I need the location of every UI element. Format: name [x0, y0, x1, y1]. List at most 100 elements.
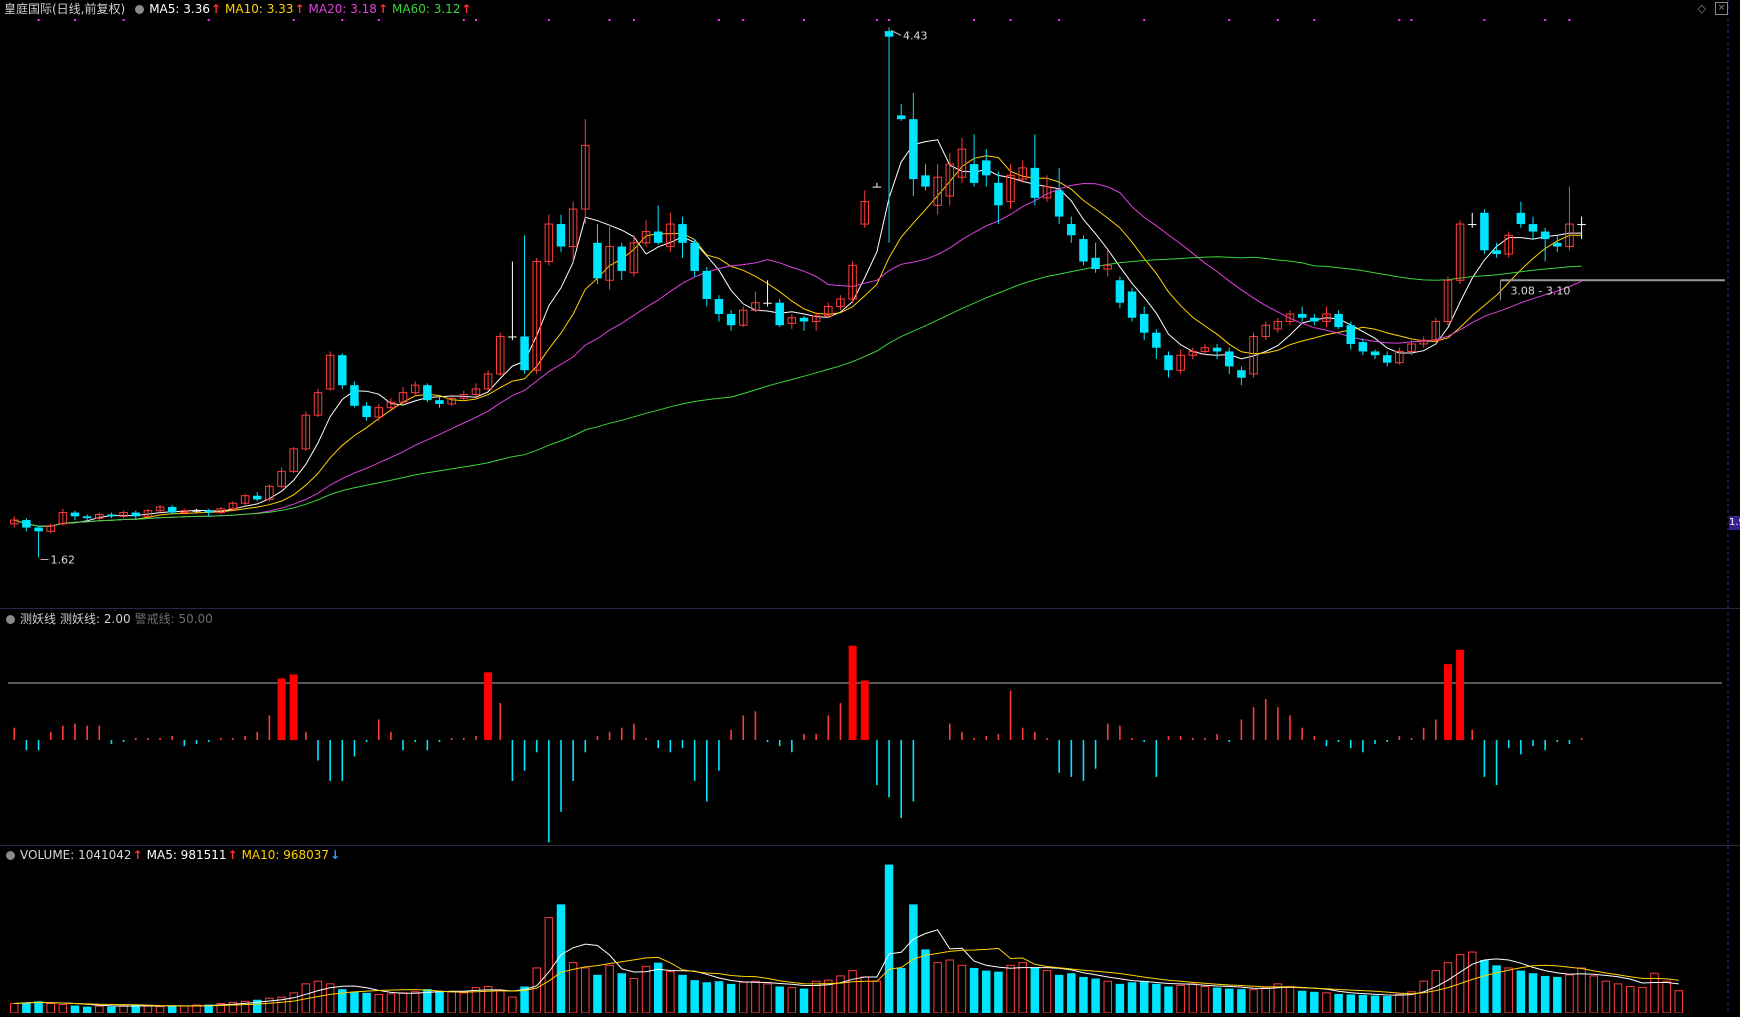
candle-body	[1054, 190, 1064, 217]
diamond-icon[interactable]: ◇	[1698, 2, 1706, 15]
volume-bar	[617, 973, 626, 1013]
volume-bar	[143, 1005, 153, 1014]
volume-bar	[666, 971, 675, 1014]
price-tag: 1.9	[1729, 516, 1740, 530]
volume-bar	[1625, 986, 1635, 1014]
volume-bar	[1212, 987, 1222, 1013]
candle-body	[690, 242, 699, 271]
volume-bar	[775, 986, 784, 1013]
settings-circle-icon[interactable]	[135, 4, 145, 14]
volume-bar	[447, 991, 456, 1014]
volume-bar	[690, 980, 699, 1013]
volume-bar	[1261, 987, 1270, 1014]
volume-bar	[289, 992, 298, 1014]
signal-marker	[1410, 19, 1413, 21]
pane-divider-1[interactable]	[0, 608, 1740, 609]
volume-bar	[726, 983, 736, 1013]
volume-bar	[374, 993, 383, 1014]
signal-marker	[803, 19, 805, 21]
volume-bar	[1370, 995, 1380, 1013]
candle-body	[921, 175, 930, 187]
signal-marker	[292, 19, 295, 21]
indicator-bar	[1456, 649, 1465, 740]
volume-bar	[860, 976, 869, 1014]
volume-bar	[1528, 973, 1538, 1013]
volume-bar	[702, 982, 712, 1013]
ma5-label: MA5: 3.36↑	[149, 2, 222, 16]
signal-marker	[1143, 19, 1146, 21]
indicator-bar	[277, 678, 286, 740]
candle-body	[1030, 167, 1040, 198]
settings-circle-icon[interactable]	[6, 614, 15, 624]
candle-body	[1553, 242, 1562, 247]
candle-body	[107, 514, 116, 517]
candle-body	[556, 224, 566, 247]
candle-body	[167, 506, 177, 513]
candle-body	[1540, 231, 1550, 240]
settings-circle-icon[interactable]	[6, 850, 15, 860]
volume-bar	[581, 967, 590, 1014]
candle-body	[678, 224, 687, 243]
volume-bar	[1030, 967, 1040, 1013]
volume-bar	[763, 983, 772, 1014]
volume-bar	[435, 990, 444, 1013]
volume-bar	[1152, 983, 1161, 1013]
indicator-bar	[860, 680, 869, 740]
volume-bar	[95, 1005, 104, 1014]
ma10-label: MA10: 3.33↑	[225, 2, 305, 16]
signal-marker	[742, 19, 745, 21]
signal-marker	[1276, 19, 1279, 21]
indicator-pane	[8, 645, 1722, 843]
volume-bar	[1334, 993, 1343, 1013]
volume-bar	[362, 992, 371, 1013]
high-price-label: 4.43	[903, 29, 928, 42]
signal-marker	[608, 19, 611, 21]
volume-bar	[1018, 962, 1027, 1014]
arrow-up-icon: ↑	[294, 2, 305, 16]
volume-bar	[1540, 975, 1550, 1013]
close-icon[interactable]: ×	[1715, 2, 1728, 15]
candle-body	[726, 313, 736, 326]
signal-marker	[37, 19, 40, 21]
signal-marker	[207, 19, 210, 21]
volume-bar	[1650, 972, 1659, 1014]
volume-ma5: MA5: 981511↑	[146, 848, 238, 862]
volume-bar	[896, 967, 906, 1013]
indicator-bar	[289, 674, 298, 740]
candle-body	[909, 119, 918, 180]
candle-body	[1492, 250, 1501, 255]
candle-body	[593, 242, 602, 279]
candle-body	[775, 302, 784, 326]
volume-bar	[107, 1006, 116, 1013]
volume-bar	[1103, 980, 1112, 1014]
volume-bar	[350, 991, 359, 1013]
indicator-pane-header: 测妖线 测妖线: 2.00 警戒线: 50.00	[0, 610, 217, 628]
volume-bar	[1419, 980, 1428, 1014]
volume-bar	[1613, 983, 1623, 1014]
warning-line-label: 警戒线: 50.00	[134, 612, 213, 626]
volume-bar	[1601, 980, 1611, 1014]
volume-bar	[1164, 986, 1173, 1013]
volume-bar	[155, 1006, 165, 1014]
candle-body	[362, 405, 371, 418]
volume-bar	[1006, 964, 1015, 1014]
volume-bar	[1674, 990, 1684, 1014]
volume-bar	[593, 974, 602, 1013]
volume-bar	[508, 996, 517, 1014]
candle-body	[653, 231, 663, 243]
volume-bar	[544, 917, 554, 1014]
candle-body	[1346, 325, 1355, 344]
candle-body	[1127, 291, 1137, 318]
signal-marker	[462, 19, 465, 21]
candle-body	[714, 299, 724, 314]
volume-bar	[1067, 973, 1076, 1013]
candle-body	[969, 164, 979, 183]
volume-bar	[1091, 978, 1100, 1013]
candle-body	[1139, 313, 1149, 333]
indicator-bar	[484, 672, 493, 740]
volume-bar	[1285, 986, 1295, 1014]
candle-body	[1334, 313, 1343, 328]
chart-window: 4.43 1.62 3.08 - 3.10 皇庭国际(日线,前复权) MA5: 3.…	[0, 0, 1740, 1014]
candle-body	[82, 516, 92, 519]
candle-body	[1237, 370, 1246, 378]
